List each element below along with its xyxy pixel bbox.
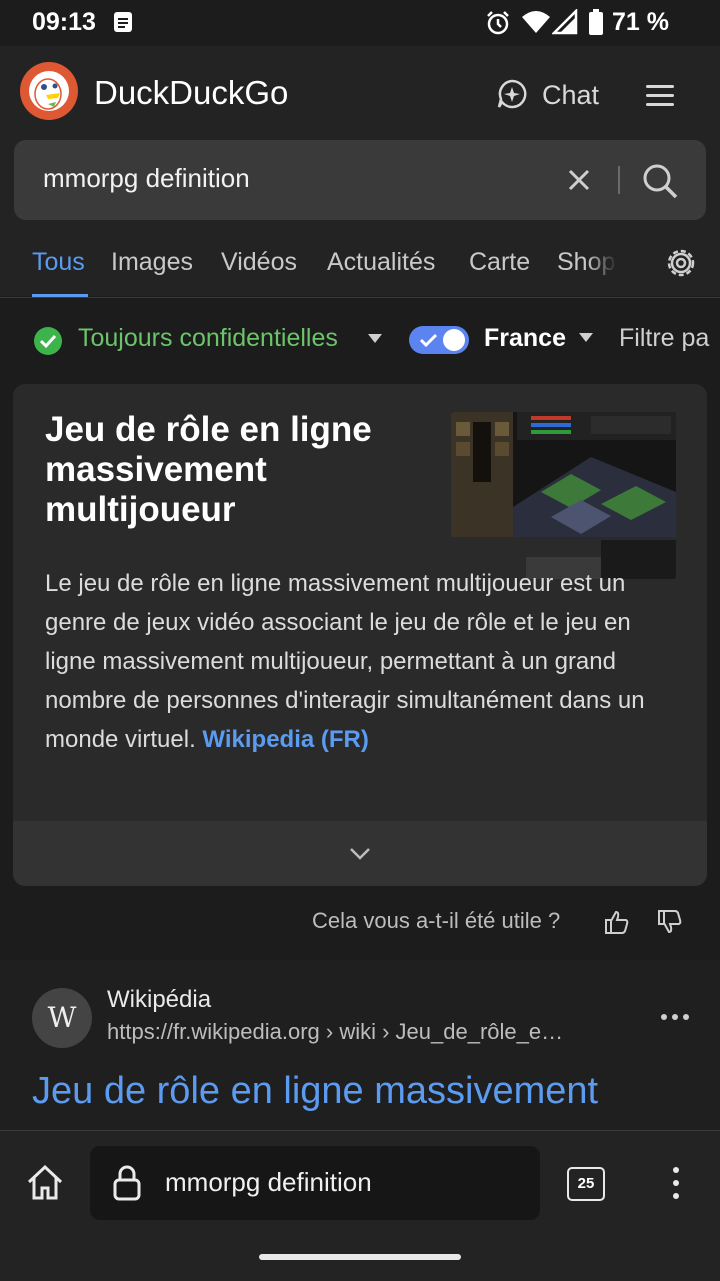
thumbs-down-icon[interactable]: [656, 908, 684, 936]
card-image[interactable]: [451, 412, 676, 579]
region-filter[interactable]: France: [484, 324, 566, 353]
tab-images[interactable]: Images: [111, 248, 193, 277]
battery-icon: [589, 9, 603, 35]
tab-count-button[interactable]: 25: [567, 1167, 605, 1201]
brand-name: DuckDuckGo: [94, 74, 289, 111]
status-bar: 09:13 71 %: [0, 0, 720, 46]
address-text[interactable]: mmorpg definition: [165, 1167, 372, 1198]
tab-news[interactable]: Actualités: [327, 248, 435, 277]
more-options-icon[interactable]: [660, 1012, 690, 1022]
chat-icon[interactable]: [496, 78, 528, 110]
result-title-link[interactable]: Jeu de rôle en ligne massivement: [32, 1070, 598, 1113]
menu-icon[interactable]: [646, 83, 674, 107]
expand-chevron-icon[interactable]: [349, 847, 371, 861]
search-icon[interactable]: [641, 162, 679, 200]
home-icon[interactable]: [25, 1163, 65, 1203]
wikipedia-source-link[interactable]: Wikipedia (FR): [202, 726, 368, 753]
result-url[interactable]: https://fr.wikipedia.org › wiki › Jeu_de…: [107, 1019, 563, 1045]
lock-icon[interactable]: [112, 1164, 142, 1202]
chevron-down-icon[interactable]: [368, 334, 382, 344]
card-title: Jeu de rôle en ligne massivement multijo…: [45, 410, 372, 529]
chevron-down-icon[interactable]: [579, 333, 593, 343]
card-description: Le jeu de rôle en ligne massivement mult…: [45, 564, 685, 759]
toggle-check-icon: [419, 333, 438, 348]
feedback-question: Cela vous a-t-il été utile ?: [312, 908, 561, 933]
signal-icon: [552, 9, 578, 35]
search-input[interactable]: mmorpg definition: [43, 163, 250, 194]
result-site-name[interactable]: Wikipédia: [107, 986, 211, 1014]
thumbs-up-icon[interactable]: [603, 908, 631, 936]
status-time: 09:13: [32, 8, 96, 36]
gesture-navigation-bar[interactable]: [259, 1254, 461, 1260]
clear-icon[interactable]: [567, 168, 591, 192]
privacy-filter[interactable]: Toujours confidentielles: [78, 324, 338, 353]
overflow-menu-icon[interactable]: [672, 1166, 680, 1200]
wifi-icon: [522, 11, 550, 33]
alarm-icon: [487, 11, 509, 35]
tab-all[interactable]: Tous: [32, 248, 85, 277]
battery-percent: 71 %: [612, 8, 669, 36]
check-circle-icon: [34, 327, 62, 355]
game-screenshot-image: [451, 412, 676, 579]
toggle-knob: [443, 329, 465, 351]
notification-doc-icon: [114, 12, 132, 32]
duckduckgo-logo-icon[interactable]: [20, 62, 78, 120]
tab-shopping[interactable]: Shop: [557, 248, 617, 277]
tabs-divider: [0, 297, 720, 298]
date-filter[interactable]: Filtre pa: [619, 324, 720, 353]
tab-map[interactable]: Carte: [469, 248, 530, 277]
search-divider: [618, 166, 620, 194]
settings-gear-icon[interactable]: [664, 246, 698, 280]
chat-button[interactable]: Chat: [542, 80, 599, 111]
tab-videos[interactable]: Vidéos: [221, 248, 297, 277]
site-favicon: W: [32, 988, 92, 1048]
